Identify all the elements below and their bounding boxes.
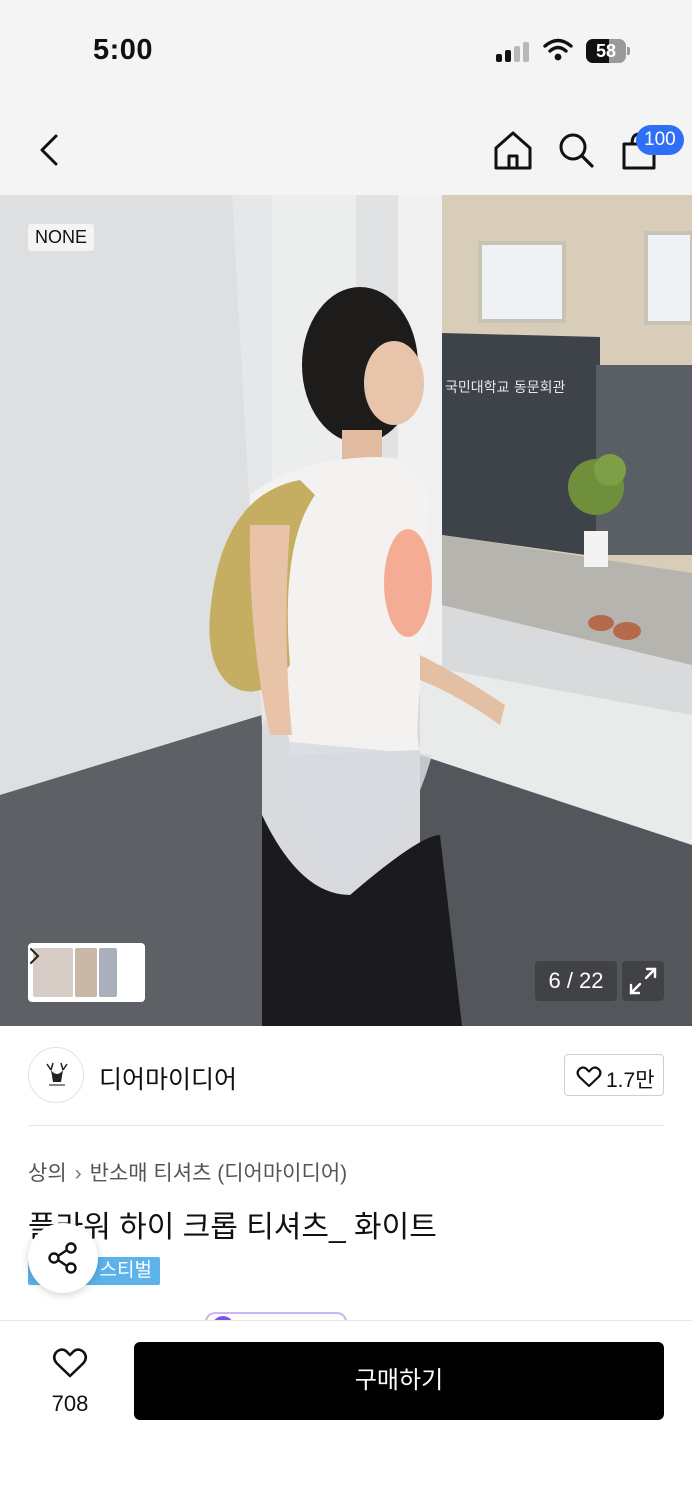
bottom-action-bar: 708 구매하기 [0,1320,692,1500]
product-photo: 국민대학교 동문회관 [0,195,692,1026]
wishlist-button[interactable]: 708 [40,1343,100,1423]
back-arrow-icon [40,134,58,166]
wishlist-count: 708 [51,1391,89,1416]
buy-button[interactable]: 구매하기 [134,1342,664,1420]
battery-level: 58 [595,41,617,61]
heart-icon [52,1348,88,1378]
brand-row: 디어마이디어 1.7만 [0,1026,692,1126]
search-button[interactable] [556,128,596,172]
building-sign-text: 국민대학교 동문회관 [445,380,565,396]
thumbnail-strip-button[interactable] [28,943,145,1002]
image-counter: 6 / 22 [535,961,617,1001]
brand-like-button[interactable]: 1.7만 [564,1054,664,1096]
home-button[interactable] [492,128,534,172]
status-time: 5:00 [93,34,154,66]
thumbnail-image [99,948,117,997]
breadcrumb: 상의 › 반소매 티셔츠 (디어마이디어) [28,1157,347,1187]
chevron-right-icon [30,948,40,964]
share-icon [48,1242,77,1274]
thumbnail-image [75,948,97,997]
deer-logo-icon [46,1062,68,1086]
chevron-right-icon: › [74,1162,82,1185]
brand-logo[interactable] [28,1047,84,1103]
cellular-signal-icon [496,42,532,62]
brand-name[interactable]: 디어마이디어 [99,1060,237,1096]
home-icon [494,131,532,170]
back-button[interactable] [30,128,70,172]
search-icon [559,133,594,168]
fullscreen-button[interactable] [622,961,664,1001]
product-image-gallery[interactable]: 국민대학교 동문회관 NONE 6 / 22 [0,195,692,1026]
breadcrumb-category[interactable]: 상의 [28,1162,67,1185]
brand-like-count: 1.7만 [606,1069,655,1092]
wifi-icon [543,38,573,62]
top-navigation-bar: 100 [0,100,692,195]
share-button[interactable] [28,1223,98,1293]
cart-count-badge: 100 [636,125,684,155]
brand-tag: NONE [28,224,95,251]
breadcrumb-subcategory[interactable]: 반소매 티셔츠 (디어마이디어) [90,1162,348,1185]
heart-icon [576,1066,602,1088]
expand-arrows-icon [629,967,657,995]
status-bar: 5:00 58 [0,0,692,100]
divider [28,1125,664,1126]
battery-icon: 58 [586,39,630,63]
